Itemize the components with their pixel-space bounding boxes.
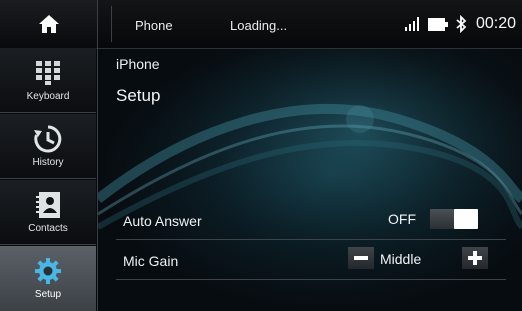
topbar-divider [111,6,112,42]
battery-icon [427,17,448,31]
phone-setup-screen: Phone Loading... 00:20 Keyboard History … [0,0,522,311]
mic-gain-label: Mic Gain [123,253,179,269]
keypad-icon [36,61,60,85]
signal-icon [404,17,419,31]
gear-icon [35,258,61,284]
toggle-knob [454,209,478,229]
page-title: Setup [116,86,161,105]
sidebar-item-history[interactable]: History [0,114,96,179]
home-button[interactable] [0,0,98,48]
sidebar-item-label: Setup [34,289,62,300]
mic-gain-increase-button[interactable] [462,247,488,269]
top-bar: Phone Loading... 00:20 [0,0,522,49]
auto-answer-value: OFF [388,211,416,227]
connection-status: Loading... [230,18,288,33]
sidebar-item-label: History [32,157,64,168]
sidebar-item-contacts[interactable]: Contacts [0,180,96,245]
status-icons: 00:20 [404,12,516,36]
mic-gain-row: Mic Gain Middle [116,241,506,280]
sidebar-item-setup[interactable]: Setup [0,246,96,311]
home-icon [38,15,59,33]
source-title: Phone [135,18,173,33]
bluetooth-icon [456,15,467,33]
history-icon [34,125,62,153]
mic-gain-value: Middle [380,251,422,267]
clock: 00:20 [475,15,516,32]
auto-answer-row[interactable]: Auto Answer OFF [116,201,506,240]
contacts-icon [36,192,60,218]
breadcrumb: iPhone [116,56,160,72]
sidebar-item-keyboard[interactable]: Keyboard [0,48,96,113]
minus-icon [354,256,368,260]
mic-gain-decrease-button[interactable] [348,247,374,269]
auto-answer-label: Auto Answer [123,213,202,229]
plus-icon [468,251,482,265]
sidebar-item-label: Contacts [28,223,68,234]
sidebar-item-label: Keyboard [26,91,70,102]
sidebar: Keyboard History Contacts Setup [0,48,98,311]
main-panel: iPhone Setup Auto Answer OFF Mic Gain Mi… [98,49,522,311]
auto-answer-toggle[interactable] [430,209,478,229]
